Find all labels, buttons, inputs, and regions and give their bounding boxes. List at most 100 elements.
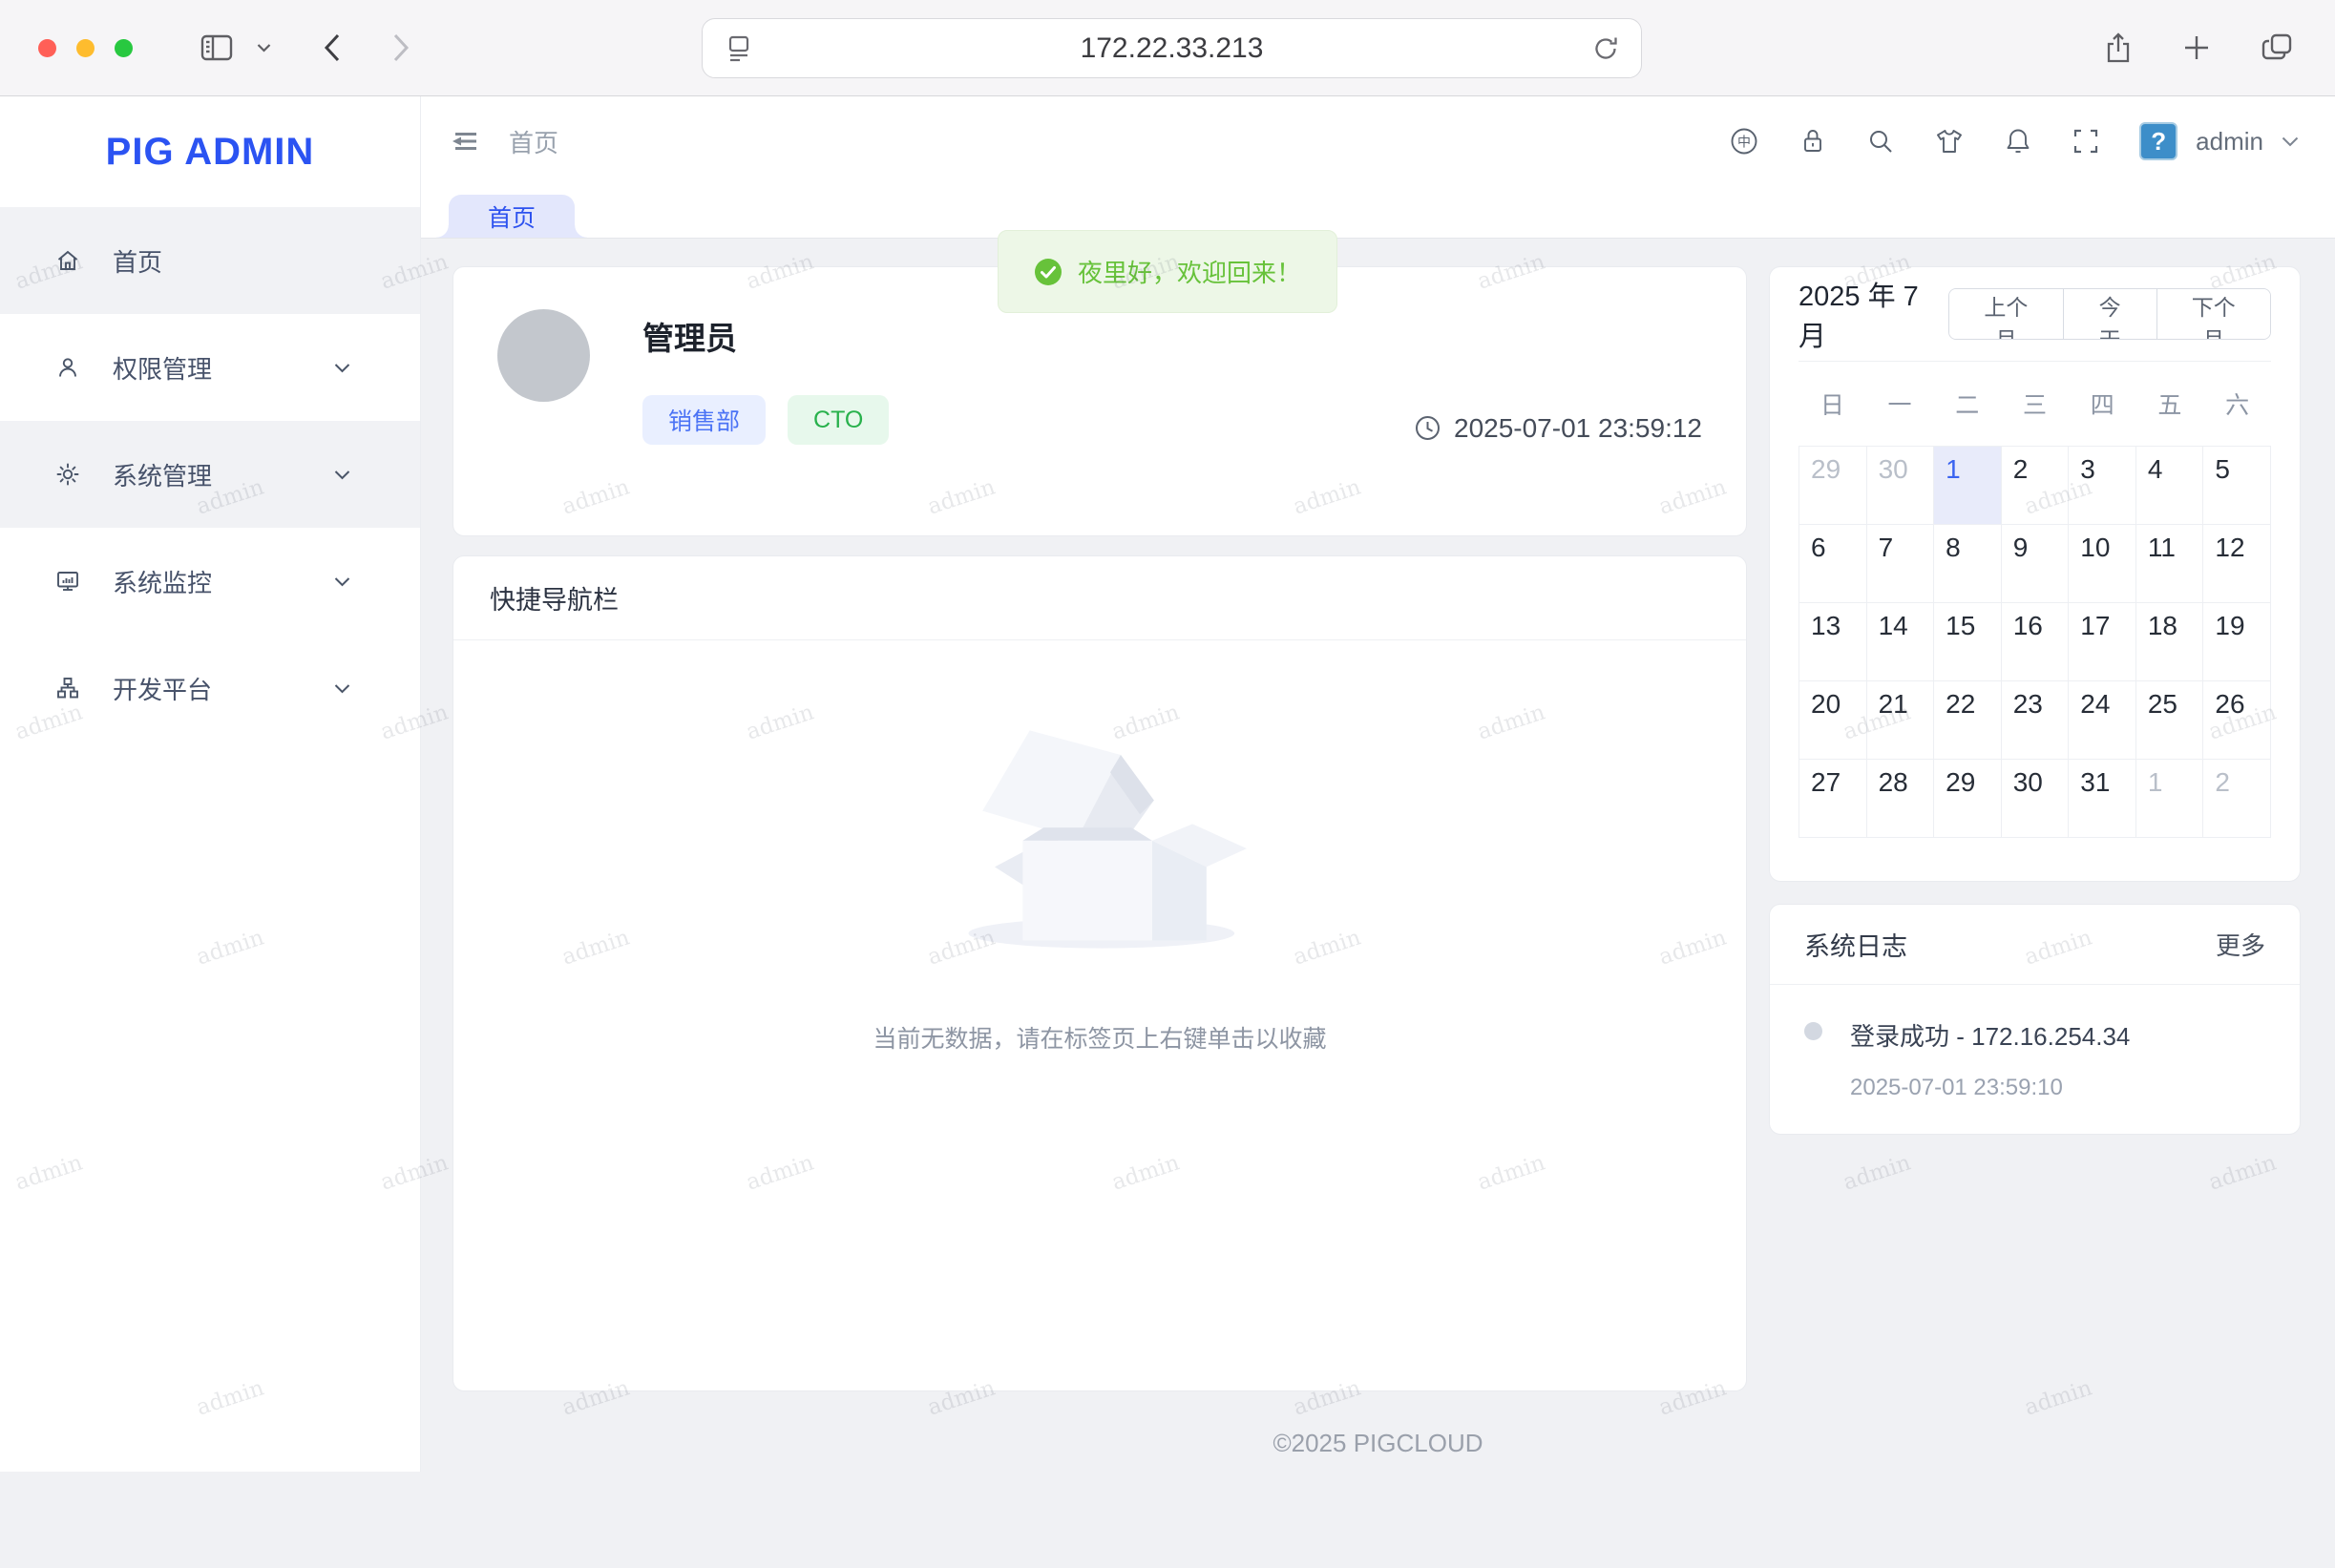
calendar-day[interactable]: 19 xyxy=(2203,603,2271,681)
share-icon[interactable] xyxy=(2104,31,2133,64)
window-controls xyxy=(38,39,133,57)
sidebar: PIG ADMIN 首页 权限管理 xyxy=(0,96,421,1472)
breadcrumb[interactable]: 首页 xyxy=(509,124,558,159)
svg-text:中: 中 xyxy=(1737,135,1751,150)
calendar-day[interactable]: 20 xyxy=(1799,681,1867,760)
bell-icon[interactable] xyxy=(2004,126,2032,157)
system-log-card: 系统日志 更多 登录成功 - 172.16.254.34 2025-07-01 … xyxy=(1769,904,2301,1135)
forward-button[interactable] xyxy=(391,32,410,63)
profile-avatar xyxy=(497,309,590,402)
calendar-day[interactable]: 17 xyxy=(2069,603,2136,681)
calendar-day[interactable]: 6 xyxy=(1799,525,1867,603)
avatar[interactable]: ? xyxy=(2139,122,2177,160)
calendar-day[interactable]: 18 xyxy=(2136,603,2204,681)
calendar-day[interactable]: 3 xyxy=(2069,447,2136,525)
empty-box-illustration xyxy=(942,690,1257,967)
content-area: 管理员 销售部 CTO 2025-07-01 23:59:12 xyxy=(421,239,2335,1472)
prev-month-button[interactable]: 上个月 xyxy=(1949,289,2062,339)
login-time: 2025-07-01 23:59:12 xyxy=(1454,413,1702,444)
tab-overview-icon[interactable] xyxy=(2261,32,2293,63)
calendar-day[interactable]: 4 xyxy=(2136,447,2204,525)
quick-nav-card: 快捷导航栏 xyxy=(452,555,1747,1391)
sidebar-toggle-icon[interactable] xyxy=(200,32,234,63)
gear-icon xyxy=(54,461,113,488)
calendar-day[interactable]: 12 xyxy=(2203,525,2271,603)
calendar-day[interactable]: 13 xyxy=(1799,603,1867,681)
sidebar-item-label: 开发平台 xyxy=(113,671,212,706)
minimize-window-button[interactable] xyxy=(76,39,95,57)
tab-bar: 首页 xyxy=(421,186,2335,239)
sitemap-icon xyxy=(54,675,113,701)
chevron-down-icon xyxy=(334,683,382,694)
calendar-day[interactable]: 1 xyxy=(2136,760,2204,838)
chevron-down-icon xyxy=(334,470,382,480)
sidebar-item-label: 权限管理 xyxy=(113,350,212,386)
calendar-day[interactable]: 27 xyxy=(1799,760,1867,838)
lock-icon[interactable] xyxy=(1799,126,1827,157)
empty-state-text: 当前无数据，请在标签页上右键单击以收藏 xyxy=(873,1020,1326,1055)
sidebar-item-monitor[interactable]: 系统监控 xyxy=(0,528,420,635)
log-entry-text: 登录成功 - 172.16.254.34 xyxy=(1850,1017,2130,1053)
calendar-day[interactable]: 10 xyxy=(2069,525,2136,603)
today-button[interactable]: 今天 xyxy=(2063,289,2156,339)
theme-shirt-icon[interactable] xyxy=(1934,127,1965,156)
calendar-day[interactable]: 31 xyxy=(2069,760,2136,838)
calendar-day[interactable]: 11 xyxy=(2136,525,2204,603)
app-logo: PIG ADMIN xyxy=(0,96,420,207)
weekday-label: 四 xyxy=(2069,387,2136,421)
calendar-day[interactable]: 8 xyxy=(1934,525,2002,603)
back-button[interactable] xyxy=(323,32,342,63)
address-bar[interactable]: 172.22.33.213 xyxy=(702,18,1642,78)
calendar-day[interactable]: 22 xyxy=(1934,681,2002,760)
calendar-day[interactable]: 29 xyxy=(1799,447,1867,525)
weekday-label: 一 xyxy=(1866,387,1934,421)
sidebar-item-label: 系统监控 xyxy=(113,564,212,599)
search-icon[interactable] xyxy=(1866,127,1895,156)
calendar-day[interactable]: 15 xyxy=(1934,603,2002,681)
quick-nav-title: 快捷导航栏 xyxy=(453,556,1746,640)
calendar-day[interactable]: 28 xyxy=(1867,760,1935,838)
username[interactable]: admin xyxy=(2196,127,2263,157)
close-window-button[interactable] xyxy=(38,39,56,57)
next-month-button[interactable]: 下个月 xyxy=(2156,289,2270,339)
calendar-day[interactable]: 5 xyxy=(2203,447,2271,525)
calendar-day[interactable]: 21 xyxy=(1867,681,1935,760)
sidebar-item-permissions[interactable]: 权限管理 xyxy=(0,314,420,421)
calendar-day[interactable]: 9 xyxy=(2002,525,2070,603)
language-icon[interactable]: 中 xyxy=(1729,126,1759,157)
calendar-day[interactable]: 30 xyxy=(2002,760,2070,838)
log-entry: 登录成功 - 172.16.254.34 2025-07-01 23:59:10 xyxy=(1770,985,2300,1101)
weekday-label: 六 xyxy=(2203,387,2271,421)
menu-fold-icon[interactable] xyxy=(450,127,480,156)
calendar-day[interactable]: 2 xyxy=(2002,447,2070,525)
sidebar-item-devplatform[interactable]: 开发平台 xyxy=(0,635,420,742)
calendar-day[interactable]: 2 xyxy=(2203,760,2271,838)
calendar-day[interactable]: 23 xyxy=(2002,681,2070,760)
user-icon xyxy=(54,354,113,381)
weekday-label: 二 xyxy=(1933,387,2001,421)
sidebar-item-system[interactable]: 系统管理 xyxy=(0,421,420,528)
reload-icon[interactable] xyxy=(1591,34,1620,63)
chevron-down-icon[interactable] xyxy=(257,43,271,52)
weekday-label: 日 xyxy=(1799,387,1866,421)
calendar-day[interactable]: 16 xyxy=(2002,603,2070,681)
monitor-icon xyxy=(54,568,113,595)
calendar-day[interactable]: 29 xyxy=(1934,760,2002,838)
more-link[interactable]: 更多 xyxy=(2216,927,2265,962)
sidebar-item-home[interactable]: 首页 xyxy=(0,207,420,314)
tab-home[interactable]: 首页 xyxy=(449,195,575,238)
new-tab-icon[interactable] xyxy=(2182,33,2211,62)
calendar-day[interactable]: 14 xyxy=(1867,603,1935,681)
zoom-window-button[interactable] xyxy=(115,39,133,57)
calendar-day[interactable]: 25 xyxy=(2136,681,2204,760)
calendar-day[interactable]: 7 xyxy=(1867,525,1935,603)
profile-name: 管理员 xyxy=(642,313,889,359)
calendar-day[interactable]: 1 xyxy=(1934,447,2002,525)
fullscreen-icon[interactable] xyxy=(2072,127,2100,156)
reader-icon[interactable] xyxy=(726,34,752,63)
calendar-day[interactable]: 24 xyxy=(2069,681,2136,760)
calendar-day[interactable]: 30 xyxy=(1867,447,1935,525)
weekday-header: 日 一 二 三 四 五 六 xyxy=(1799,362,2271,446)
chevron-down-icon[interactable] xyxy=(2282,136,2299,147)
calendar-day[interactable]: 26 xyxy=(2203,681,2271,760)
